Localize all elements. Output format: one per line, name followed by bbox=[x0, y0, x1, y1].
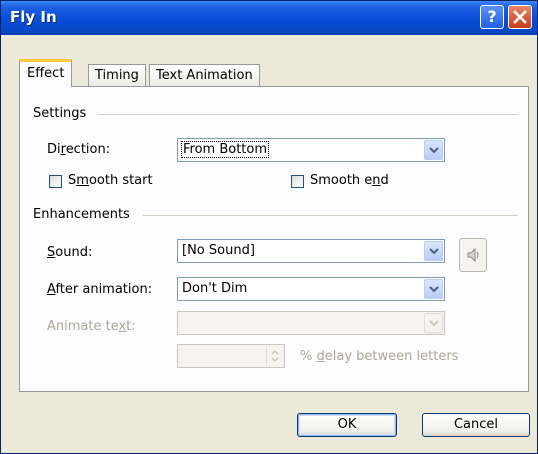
smooth-end-checkbox[interactable] bbox=[291, 175, 304, 188]
animate-text-select[interactable] bbox=[177, 311, 445, 335]
speaker-icon bbox=[467, 247, 479, 263]
cancel-button[interactable]: Cancel bbox=[422, 413, 530, 437]
direction-dropdown-arrow[interactable] bbox=[424, 140, 443, 160]
help-button[interactable]: ? bbox=[480, 5, 504, 29]
close-button[interactable] bbox=[508, 5, 532, 29]
tab-effect[interactable]: Effect bbox=[19, 59, 73, 87]
tab-timing[interactable]: Timing bbox=[88, 64, 146, 86]
spin-arrows-icon bbox=[271, 349, 279, 363]
chevron-down-icon bbox=[429, 286, 439, 293]
ok-button[interactable]: OK bbox=[297, 413, 397, 437]
smooth-end-label[interactable]: Smooth end bbox=[310, 173, 389, 188]
close-icon bbox=[513, 10, 527, 24]
chevron-down-icon bbox=[429, 248, 439, 255]
fly-in-dialog: Fly In ? Effect Timing Text Animation Se… bbox=[0, 0, 538, 454]
smooth-start-label[interactable]: Smooth start bbox=[68, 173, 153, 188]
animate-text-label: Animate text: bbox=[47, 319, 136, 334]
smooth-start-checkbox[interactable] bbox=[49, 175, 62, 188]
delay-label: % delay between letters bbox=[300, 349, 459, 364]
sound-value: [No Sound] bbox=[182, 243, 255, 258]
chevron-down-icon bbox=[429, 147, 439, 154]
sound-select[interactable]: [No Sound] bbox=[177, 239, 445, 263]
delay-spinner[interactable] bbox=[177, 344, 285, 368]
title-bar[interactable]: Fly In ? bbox=[1, 1, 537, 35]
enhancements-group-label: Enhancements bbox=[33, 207, 130, 222]
after-animation-select[interactable]: Don't Dim bbox=[177, 277, 445, 301]
sound-label: Sound: bbox=[47, 245, 93, 260]
after-animation-label: After animation: bbox=[47, 282, 153, 297]
settings-divider bbox=[98, 114, 518, 115]
dialog-title: Fly In bbox=[10, 8, 57, 26]
direction-select[interactable]: From Bottom bbox=[177, 138, 445, 162]
enhancements-divider bbox=[143, 215, 518, 216]
direction-label: Direction: bbox=[47, 142, 111, 157]
after-animation-dropdown-arrow[interactable] bbox=[424, 279, 443, 299]
animate-text-dropdown-arrow[interactable] bbox=[424, 313, 443, 333]
settings-group-label: Settings bbox=[33, 106, 87, 121]
sound-settings-button[interactable] bbox=[459, 238, 487, 272]
after-animation-value: Don't Dim bbox=[182, 281, 248, 296]
help-icon: ? bbox=[487, 7, 497, 26]
sound-dropdown-arrow[interactable] bbox=[424, 241, 443, 261]
direction-value: From Bottom bbox=[181, 141, 270, 158]
tab-text-animation[interactable]: Text Animation bbox=[149, 64, 260, 86]
chevron-down-icon bbox=[429, 320, 439, 327]
delay-spin-buttons[interactable] bbox=[266, 346, 283, 366]
